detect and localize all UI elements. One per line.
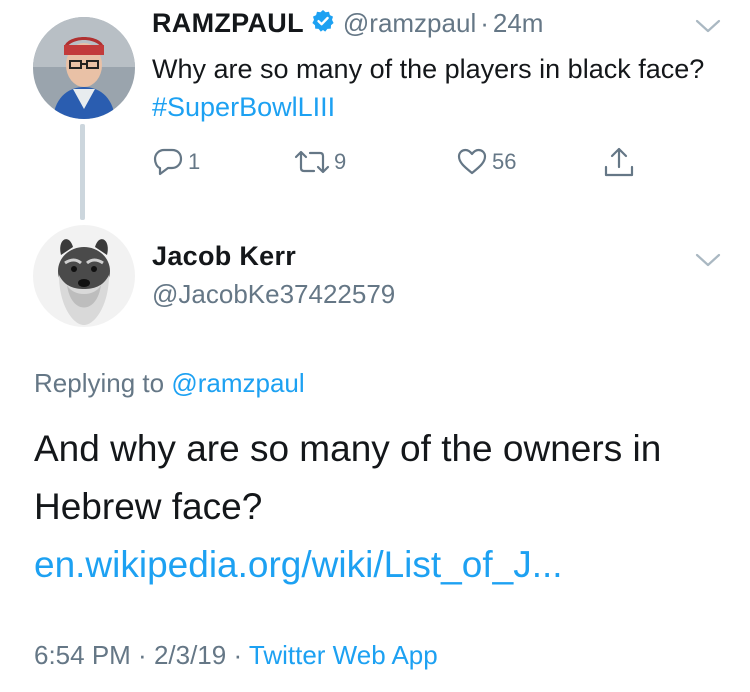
reply-action[interactable]: 1 (152, 146, 292, 178)
reply-meta: 6:54 PM · 2/3/19 · Twitter Web App (34, 640, 438, 671)
reply-author-name[interactable]: Jacob Kerr (152, 241, 296, 272)
hashtag-link[interactable]: #SuperBowlLIII (152, 92, 335, 122)
reply-author-handle[interactable]: @JacobKe37422579 (152, 279, 395, 310)
meta-dot: · (226, 640, 249, 670)
jacob-kerr-avatar[interactable] (33, 225, 135, 327)
tweet-author-handle[interactable]: @ramzpaul (343, 8, 476, 39)
share-icon (602, 145, 636, 179)
reply-text-body: And why are so many of the owners in Heb… (34, 428, 662, 527)
replying-to-label: Replying to (34, 368, 172, 398)
reply-source-link[interactable]: Twitter Web App (249, 640, 438, 670)
like-action[interactable]: 56 (456, 146, 602, 178)
chevron-down-icon[interactable] (694, 16, 722, 41)
like-count: 56 (492, 149, 517, 174)
tweet-author-name[interactable]: RAMZPAUL (152, 8, 304, 39)
retweet-count: 9 (334, 149, 347, 174)
reply-text: And why are so many of the owners in Heb… (34, 420, 734, 594)
tweet-action-bar: 1 9 56 (152, 145, 636, 179)
meta-separator: · (480, 8, 489, 38)
tweet-text-body: Why are so many of the players in black … (152, 54, 705, 84)
wikipedia-link[interactable]: en.wikipedia.org/wiki/List_of_J... (34, 544, 563, 585)
reply-date: 2/3/19 (153, 640, 227, 670)
reply-icon (152, 146, 184, 178)
heart-icon (456, 146, 488, 178)
reply-count: 1 (188, 149, 201, 174)
tweet-text: Why are so many of the players in black … (152, 50, 712, 126)
ramzpaul-avatar[interactable] (33, 17, 135, 119)
tweet-timestamp[interactable]: 24m (493, 8, 544, 39)
reply-time: 6:54 PM (34, 640, 131, 670)
share-action[interactable] (602, 145, 636, 179)
replying-to-line: Replying to @ramzpaul (34, 368, 305, 399)
verified-badge-icon (311, 9, 335, 38)
retweet-action[interactable]: 9 (292, 146, 456, 178)
replying-to-handle-link[interactable]: @ramzpaul (171, 368, 304, 398)
retweet-icon (292, 146, 332, 178)
reply-chevron-down-icon[interactable] (694, 250, 722, 275)
thread-connector-line (80, 124, 85, 220)
meta-dot: · (130, 640, 154, 670)
